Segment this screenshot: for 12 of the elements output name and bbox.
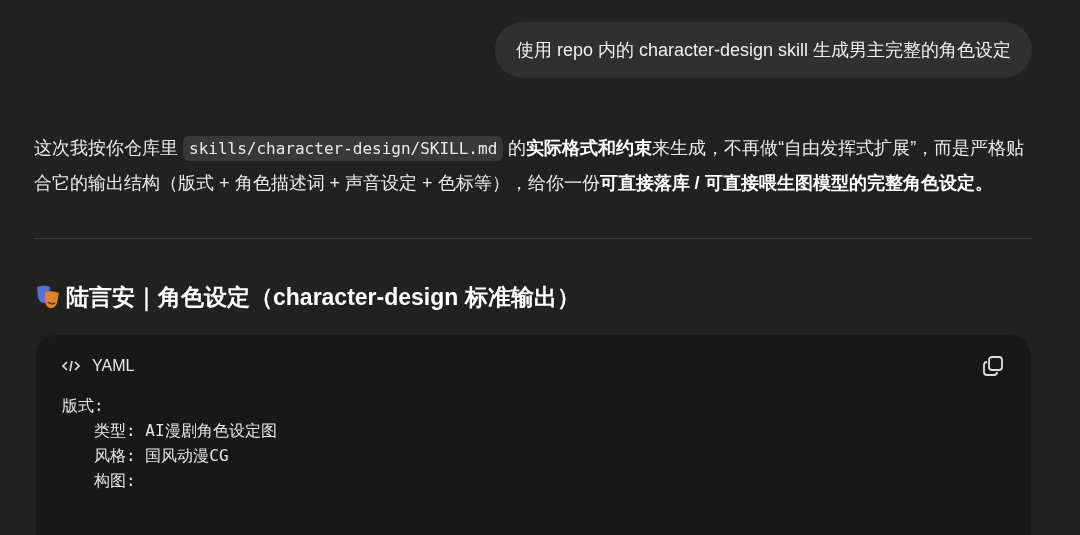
code-line: 版式:	[62, 395, 105, 417]
user-message: 使用 repo 内的 character-design skill 生成男主完整的角色设定	[494, 22, 1032, 78]
code-line: 构图:	[94, 470, 137, 492]
code-line: 风格: 国风动漫CG	[94, 445, 230, 467]
theater-masks-icon	[34, 283, 62, 311]
reply-paragraph: 这次我按你仓库里 skills/character-design/SKILL.md 的实际格式和约束来生成，不再做“自由发挥式扩展”，而是严格贴合它的输出结构（版式 + 角色描述词 + 声音设定 + 色标等），给你一份可直接落库 / 可直接喂生图模型的完整角色设定。	[34, 135, 1026, 195]
code-language: YAML	[92, 357, 135, 375]
code-icon	[62, 360, 80, 372]
copy-icon[interactable]	[982, 355, 1004, 377]
inline-code: skills/character-design/SKILL.md	[183, 136, 504, 161]
section-heading: 陆言安｜角色设定（character-design 标准输出）	[66, 282, 580, 313]
code-line: 类型: AI漫剧角色设定图	[94, 420, 278, 442]
